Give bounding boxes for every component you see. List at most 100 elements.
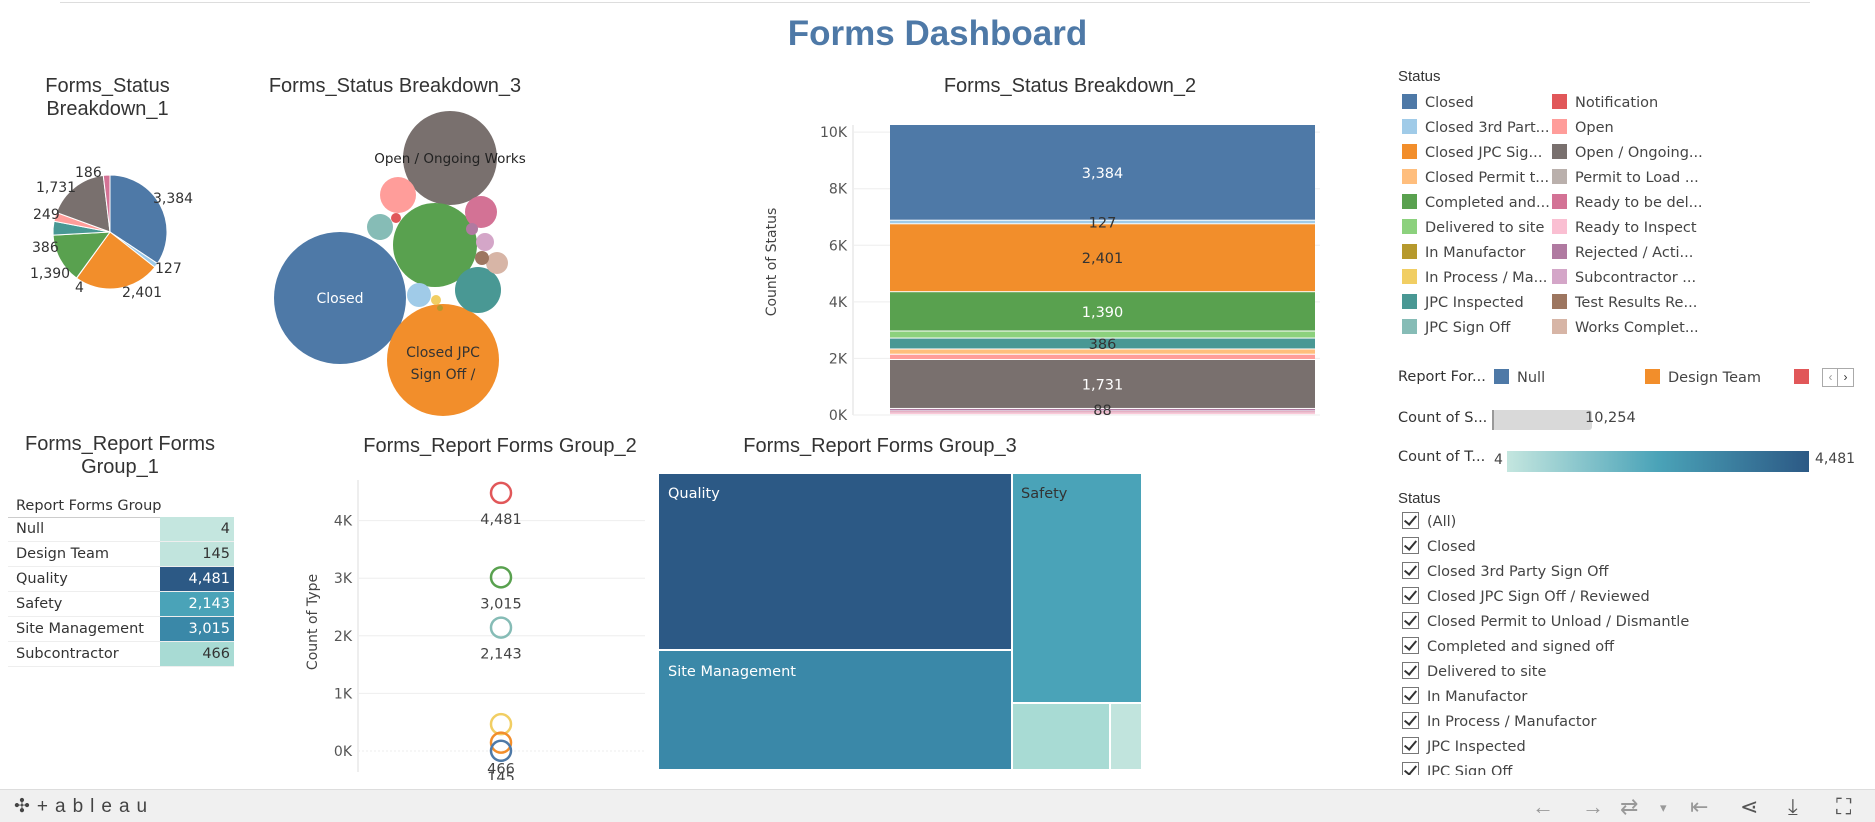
checkbox-icon[interactable]: [1402, 562, 1419, 579]
treemap-site-management[interactable]: Site Management: [659, 651, 1011, 769]
fullscreen-icon[interactable]: ⛶: [1836, 794, 1851, 820]
bar-segment[interactable]: [890, 354, 1315, 359]
status-legend-item[interactable]: Closed 3rd Part...: [1402, 119, 1550, 137]
table-row[interactable]: Site Management 3,015: [8, 617, 234, 642]
treemap-quality[interactable]: Quality: [659, 474, 1011, 649]
circle-chart[interactable]: 0K 1K 2K 3K 4K Count of Type 4,481 3,015 2,143…: [290, 460, 660, 780]
reset-icon[interactable]: ⇤: [1690, 794, 1708, 820]
table-row[interactable]: Null 4: [8, 517, 234, 542]
table-row[interactable]: Design Team 145: [8, 542, 234, 567]
checkbox-icon[interactable]: [1402, 662, 1419, 679]
legend-next-button[interactable]: ›: [1837, 368, 1854, 387]
status-legend-item[interactable]: Test Results Re...: [1552, 294, 1697, 312]
status-filter-label: (All): [1427, 514, 1457, 530]
status-legend-item[interactable]: Ready to be del...: [1552, 194, 1703, 212]
status-legend-item[interactable]: Open: [1552, 119, 1614, 137]
status-filter-option[interactable]: In Process / Manufactor: [1402, 712, 1596, 732]
table-row[interactable]: Safety 2,143: [8, 592, 234, 617]
status-legend-item[interactable]: Subcontractor ...: [1552, 269, 1696, 287]
treemap-subcontractor[interactable]: [1013, 704, 1109, 769]
treemap-safety[interactable]: Safety: [1013, 474, 1141, 702]
revert-icon[interactable]: ⇄: [1620, 794, 1638, 820]
redo-icon[interactable]: →: [1582, 794, 1604, 820]
status-filter-option[interactable]: Delivered to site: [1402, 662, 1546, 682]
report-legend-design[interactable]: Design Team: [1645, 369, 1761, 387]
status-legend-item[interactable]: Notification: [1552, 94, 1658, 112]
bubble-notification[interactable]: [391, 213, 401, 223]
checkbox-icon[interactable]: [1402, 737, 1419, 754]
checkbox-icon[interactable]: [1402, 587, 1419, 604]
status-filter-label: Closed Permit to Unload / Dismantle: [1427, 614, 1690, 630]
checkbox-icon[interactable]: [1402, 712, 1419, 729]
stacked-bar-chart[interactable]: 0K 2K 4K 6K 8K 10K Count of Status 3,384 127 2,…: [755, 110, 1335, 420]
status-filter-option[interactable]: Closed: [1402, 537, 1476, 557]
circle-point[interactable]: [489, 481, 513, 505]
status-filter-option[interactable]: (All): [1402, 512, 1456, 532]
circle-y-tick: 2K: [334, 629, 353, 645]
status-filter-option[interactable]: Closed JPC Sign Off / Reviewed: [1402, 587, 1650, 607]
bubble-rejected[interactable]: [466, 223, 478, 235]
table-row[interactable]: Quality 4,481: [8, 567, 234, 592]
checkbox-icon[interactable]: [1402, 762, 1419, 775]
status-filter-option[interactable]: Closed 3rd Party Sign Off: [1402, 562, 1609, 582]
status-legend-label: Completed and...: [1425, 195, 1550, 211]
bubble-open[interactable]: [380, 177, 416, 213]
status-legend-item[interactable]: Closed: [1402, 94, 1474, 112]
status-filter-option[interactable]: Completed and signed off: [1402, 637, 1614, 657]
bubble-chart[interactable]: Open / Ongoing Works Closed Closed JPC S…: [260, 100, 550, 420]
checkbox-icon[interactable]: [1402, 537, 1419, 554]
pie-label-4: 4: [75, 280, 84, 296]
status-filter-option[interactable]: JPC Inspected: [1402, 737, 1526, 757]
bubble-jpc-inspected[interactable]: [455, 267, 501, 313]
bubble-label-closed-jpc-1: Closed JPC: [406, 345, 480, 361]
checkbox-icon[interactable]: [1402, 612, 1419, 629]
count-s-label: Count of S...: [1398, 410, 1488, 426]
revert-dropdown-icon[interactable]: ▾: [1660, 800, 1667, 816]
checkbox-icon[interactable]: [1402, 512, 1419, 529]
status-filter-option[interactable]: JPC Sign Off: [1402, 762, 1512, 775]
table-row[interactable]: Subcontractor 466: [8, 642, 234, 667]
status-legend-label: In Process / Ma...: [1425, 270, 1548, 286]
bubble-subcontractor[interactable]: [476, 233, 494, 251]
bar-y-axis-title: Count of Status: [764, 208, 780, 317]
undo-icon[interactable]: ←: [1532, 794, 1554, 820]
circle-point[interactable]: [489, 712, 513, 736]
status-legend-item[interactable]: In Manufactor: [1402, 244, 1525, 262]
bubble-works-complete[interactable]: [486, 252, 508, 274]
status-legend-item[interactable]: Permit to Load ...: [1552, 169, 1699, 187]
bubble-in-manufactor[interactable]: [437, 305, 443, 311]
status-filter-list[interactable]: (All) Closed Closed 3rd Party Sign Off Clos…: [1398, 512, 1858, 775]
status-legend-item[interactable]: Completed and...: [1402, 194, 1550, 212]
treemap-design-team[interactable]: [1111, 704, 1141, 769]
report-legend-c[interactable]: C: [1794, 369, 1814, 387]
checkbox-icon[interactable]: [1402, 637, 1419, 654]
status-legend-item[interactable]: Open / Ongoing...: [1552, 144, 1703, 162]
bubble-ready-deliver[interactable]: [465, 196, 497, 228]
bubble-jpc-sign-off[interactable]: [367, 214, 393, 240]
status-legend-item[interactable]: Rejected / Acti...: [1552, 244, 1693, 262]
status-filter-option[interactable]: In Manufactor: [1402, 687, 1527, 707]
status-legend-item[interactable]: JPC Inspected: [1402, 294, 1524, 312]
checkbox-icon[interactable]: [1402, 687, 1419, 704]
status-legend-item[interactable]: JPC Sign Off: [1402, 319, 1510, 337]
share-icon[interactable]: ⋖: [1740, 794, 1758, 820]
tableau-logo[interactable]: ✣+ableau: [14, 795, 154, 818]
status-filter-header: Status: [1398, 490, 1441, 507]
report-legend-null[interactable]: Null: [1494, 369, 1545, 387]
circle-point[interactable]: [489, 566, 513, 589]
bubble-closed-3rd[interactable]: [407, 283, 431, 307]
status-legend-item[interactable]: Closed Permit t...: [1402, 169, 1549, 187]
status-filter-option[interactable]: Closed Permit to Unload / Dismantle: [1402, 612, 1689, 632]
bubble-test-results[interactable]: [475, 251, 489, 265]
pie-chart[interactable]: 3,384 127 2,401 4 1,390 386 249 1,731 18…: [0, 140, 230, 310]
status-legend-item[interactable]: Delivered to site: [1402, 219, 1544, 237]
swatch-icon: [1552, 194, 1567, 209]
status-legend-item[interactable]: Works Complet...: [1552, 319, 1699, 337]
status-legend-item[interactable]: Ready to Inspect: [1552, 219, 1697, 237]
download-icon[interactable]: ⤓: [1788, 794, 1798, 820]
status-legend-item[interactable]: In Process / Ma...: [1402, 269, 1547, 287]
bubble-in-process[interactable]: [431, 295, 441, 305]
status-legend-label: Ready to be del...: [1575, 195, 1703, 211]
status-legend-item[interactable]: Closed JPC Sig...: [1402, 144, 1542, 162]
circle-point[interactable]: [489, 616, 513, 639]
